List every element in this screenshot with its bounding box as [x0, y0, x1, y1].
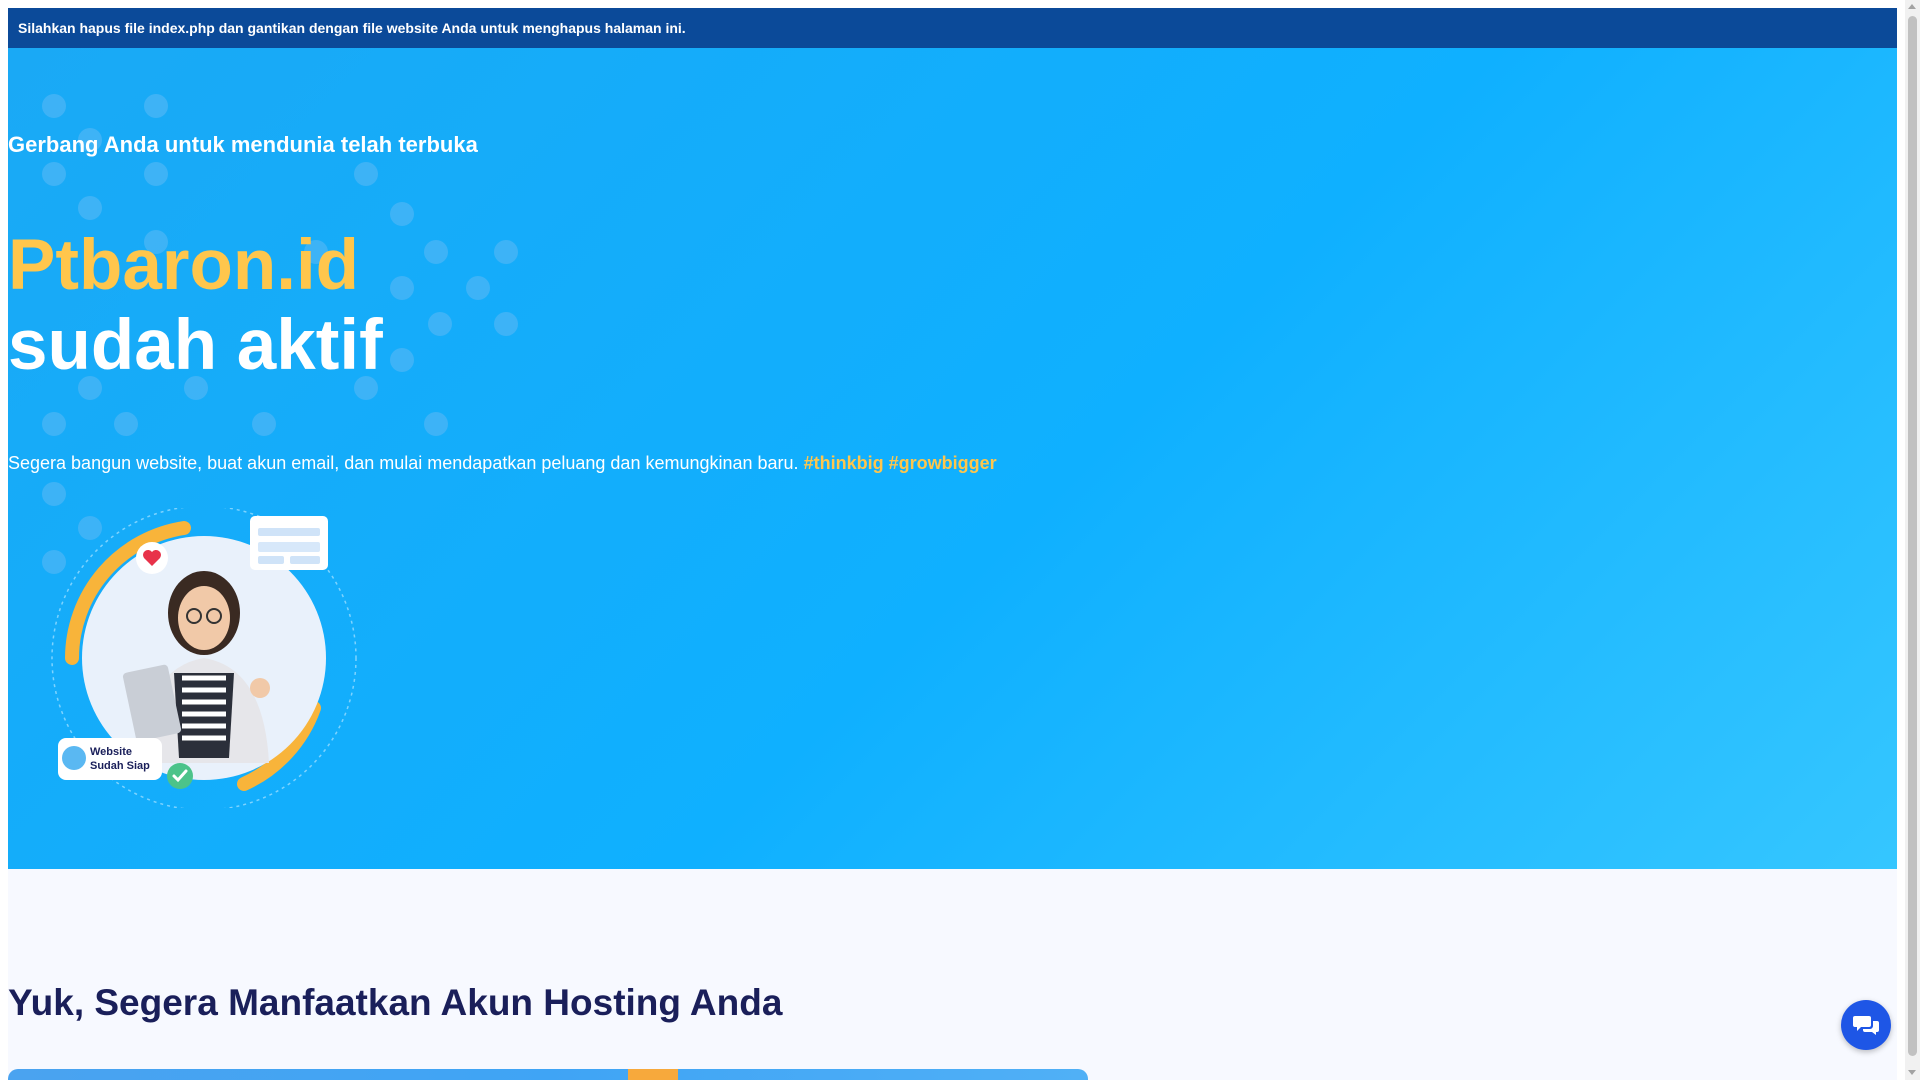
hero-description: Segera bangun website, buat akun email, … [8, 453, 997, 474]
hero-hashtags: #thinkbig #growbigger [803, 453, 997, 473]
hero-description-text: Segera bangun website, buat akun email, … [8, 453, 799, 473]
hero-section: Gerbang Anda untuk mendunia telah terbuk… [8, 48, 1897, 869]
scrollbar-thumb[interactable] [1908, 16, 1917, 1056]
page-scrollbar[interactable] [1905, 0, 1920, 1080]
chat-bubbles-icon [1853, 1016, 1879, 1035]
notice-bar: Silahkan hapus file index.php dan gantik… [8, 8, 1897, 48]
section-title: Yuk, Segera Manfaatkan Akun Hosting Anda [8, 982, 783, 1023]
card-accent [628, 1069, 678, 1080]
illustration-badge-line2: Sudah Siap [90, 760, 150, 772]
scroll-up-arrow-icon[interactable] [1908, 4, 1916, 9]
scroll-down-arrow-icon[interactable] [1908, 1070, 1916, 1075]
domain-status: sudah aktif [8, 306, 383, 385]
hero-kicker: Gerbang Anda untuk mendunia telah terbuk… [8, 132, 478, 157]
illustration-badge-line1: Website [90, 746, 132, 758]
page: Silahkan hapus file index.php dan gantik… [8, 8, 1897, 1080]
hero-illustration: Website Sudah Siap [51, 508, 357, 808]
domain-name: Ptbaron.id [8, 226, 360, 305]
chat-button[interactable] [1841, 1000, 1891, 1050]
hero-title: Ptbaron.id sudah aktif [8, 226, 383, 386]
feature-card-preview [8, 1069, 1088, 1080]
